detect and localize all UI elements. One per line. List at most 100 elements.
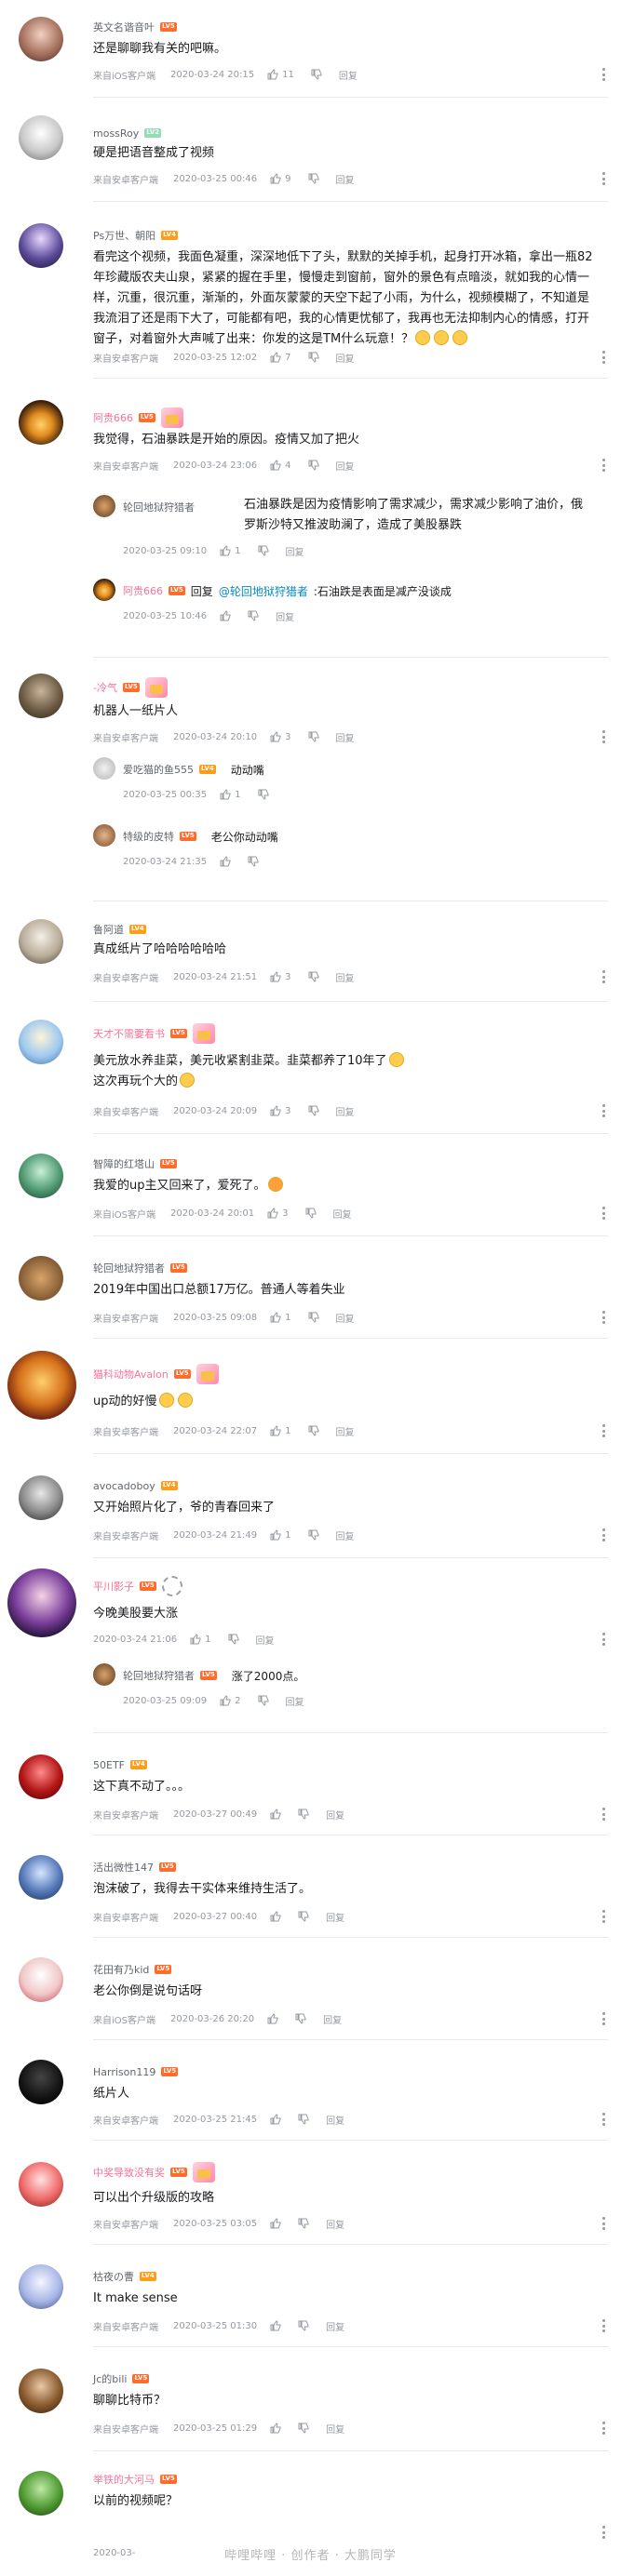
username[interactable]: 枯夜の曹 xyxy=(93,2269,134,2284)
like-button[interactable]: 3 xyxy=(267,1208,289,1219)
reply-button[interactable]: 回复 xyxy=(256,1633,275,1647)
username[interactable]: 天才不需要看书 xyxy=(93,1026,165,1041)
reply-button[interactable]: 回复 xyxy=(326,1808,344,1822)
username[interactable]: 平川影子 xyxy=(93,1579,134,1594)
dislike-button[interactable] xyxy=(298,2423,309,2434)
username[interactable]: 阿贵666 xyxy=(123,583,163,598)
more-icon[interactable] xyxy=(599,1204,608,1222)
username[interactable]: 猫科动物Avalon xyxy=(93,1367,169,1381)
dislike-button[interactable] xyxy=(248,610,259,621)
like-button[interactable]: 1 xyxy=(220,545,241,556)
avatar[interactable] xyxy=(19,1154,63,1198)
dislike-button[interactable] xyxy=(298,2114,309,2125)
like-button[interactable] xyxy=(270,2423,281,2434)
avatar[interactable] xyxy=(19,2471,63,2516)
more-icon[interactable] xyxy=(599,348,608,367)
dislike-button[interactable] xyxy=(308,1425,319,1436)
avatar[interactable] xyxy=(93,1663,115,1686)
reply-button[interactable]: 回复 xyxy=(323,2012,342,2026)
reply-button[interactable]: 回复 xyxy=(336,1104,355,1118)
username[interactable]: 英文名谐音叶 xyxy=(93,20,155,34)
username[interactable]: 智障的红塔山 xyxy=(93,1156,155,1171)
reply-button[interactable]: 回复 xyxy=(336,730,355,744)
dislike-button[interactable] xyxy=(228,1634,239,1645)
reply-button[interactable]: 回复 xyxy=(326,2422,344,2436)
username[interactable]: 鲁阿道 xyxy=(93,922,124,937)
dislike-button[interactable] xyxy=(308,460,319,471)
avatar[interactable] xyxy=(19,17,63,61)
dislike-button[interactable] xyxy=(308,1312,319,1323)
mention-link[interactable]: @轮回地狱狩猎者 xyxy=(219,583,308,599)
like-button[interactable]: 11 xyxy=(267,69,294,80)
username[interactable]: Jc的bili xyxy=(93,2371,127,2386)
like-button[interactable]: 3 xyxy=(270,971,291,982)
dislike-button[interactable] xyxy=(248,856,259,867)
username[interactable]: 阿贵666 xyxy=(93,410,133,425)
like-button[interactable]: 1 xyxy=(270,1425,291,1436)
like-button[interactable]: 1 xyxy=(190,1634,211,1645)
username[interactable]: 活出微性147 xyxy=(93,1860,154,1875)
more-icon[interactable] xyxy=(599,2523,608,2542)
dislike-button[interactable] xyxy=(308,352,319,363)
username[interactable]: 轮回地狱狩猎者 xyxy=(123,1668,195,1683)
username[interactable]: avocadoboy xyxy=(93,1480,155,1492)
more-icon[interactable] xyxy=(599,727,608,746)
more-icon[interactable] xyxy=(599,1630,608,1648)
like-button[interactable] xyxy=(267,2013,278,2024)
more-icon[interactable] xyxy=(599,1101,608,1120)
avatar[interactable] xyxy=(19,1957,63,2002)
like-button[interactable] xyxy=(270,1809,281,1820)
more-icon[interactable] xyxy=(599,1805,608,1823)
dislike-button[interactable] xyxy=(298,2320,309,2331)
reply-button[interactable]: 回复 xyxy=(336,1424,355,1438)
like-button[interactable]: 2 xyxy=(220,1695,241,1706)
dislike-button[interactable] xyxy=(258,1695,269,1706)
username[interactable]: 轮回地狱狩猎者 xyxy=(93,1261,165,1275)
like-button[interactable]: 3 xyxy=(270,1105,291,1116)
avatar[interactable] xyxy=(19,1475,63,1520)
username[interactable]: 举铁的大河马 xyxy=(93,2472,155,2487)
username[interactable]: 50ETF xyxy=(93,1759,125,1771)
avatar[interactable] xyxy=(19,1020,63,1064)
more-icon[interactable] xyxy=(599,1526,608,1544)
like-button[interactable] xyxy=(270,2218,281,2229)
reply-button[interactable]: 回复 xyxy=(286,544,304,558)
more-icon[interactable] xyxy=(599,2316,608,2335)
more-icon[interactable] xyxy=(599,2009,608,2028)
reply-button[interactable]: 回复 xyxy=(326,2217,344,2231)
avatar[interactable] xyxy=(19,2162,63,2207)
username[interactable]: 特级的皮特 xyxy=(123,829,174,844)
reply-button[interactable]: 回复 xyxy=(336,1311,355,1325)
more-icon[interactable] xyxy=(599,2214,608,2233)
more-icon[interactable] xyxy=(599,1421,608,1440)
avatar[interactable] xyxy=(19,1755,63,1799)
dislike-button[interactable] xyxy=(308,731,319,742)
reply-button[interactable]: 回复 xyxy=(336,1528,355,1542)
reply-button[interactable]: 回复 xyxy=(336,351,355,365)
dislike-button[interactable] xyxy=(258,545,269,556)
like-button[interactable] xyxy=(270,1911,281,1922)
dislike-button[interactable] xyxy=(308,1105,319,1116)
more-icon[interactable] xyxy=(599,65,608,84)
avatar[interactable] xyxy=(93,495,115,517)
more-icon[interactable] xyxy=(599,2419,608,2437)
more-icon[interactable] xyxy=(599,968,608,986)
username[interactable]: 轮回地狱狩猎者 xyxy=(123,500,195,514)
username[interactable]: Harrison119 xyxy=(93,2066,155,2078)
username[interactable]: mossRoy xyxy=(93,127,139,140)
dislike-button[interactable] xyxy=(298,1809,309,1820)
avatar[interactable] xyxy=(19,1256,63,1301)
more-icon[interactable] xyxy=(599,1308,608,1327)
reply-button[interactable]: 回复 xyxy=(339,68,358,82)
dislike-button[interactable] xyxy=(298,2218,309,2229)
username[interactable]: -冷气 xyxy=(93,680,117,695)
like-button[interactable]: 1 xyxy=(270,1529,291,1541)
avatar[interactable] xyxy=(19,400,63,445)
avatar[interactable] xyxy=(19,674,63,718)
dislike-button[interactable] xyxy=(308,971,319,982)
like-button[interactable] xyxy=(220,610,231,621)
like-button[interactable]: 3 xyxy=(270,731,291,742)
dislike-button[interactable] xyxy=(305,1208,317,1219)
avatar[interactable] xyxy=(19,919,63,964)
dislike-button[interactable] xyxy=(311,69,322,80)
